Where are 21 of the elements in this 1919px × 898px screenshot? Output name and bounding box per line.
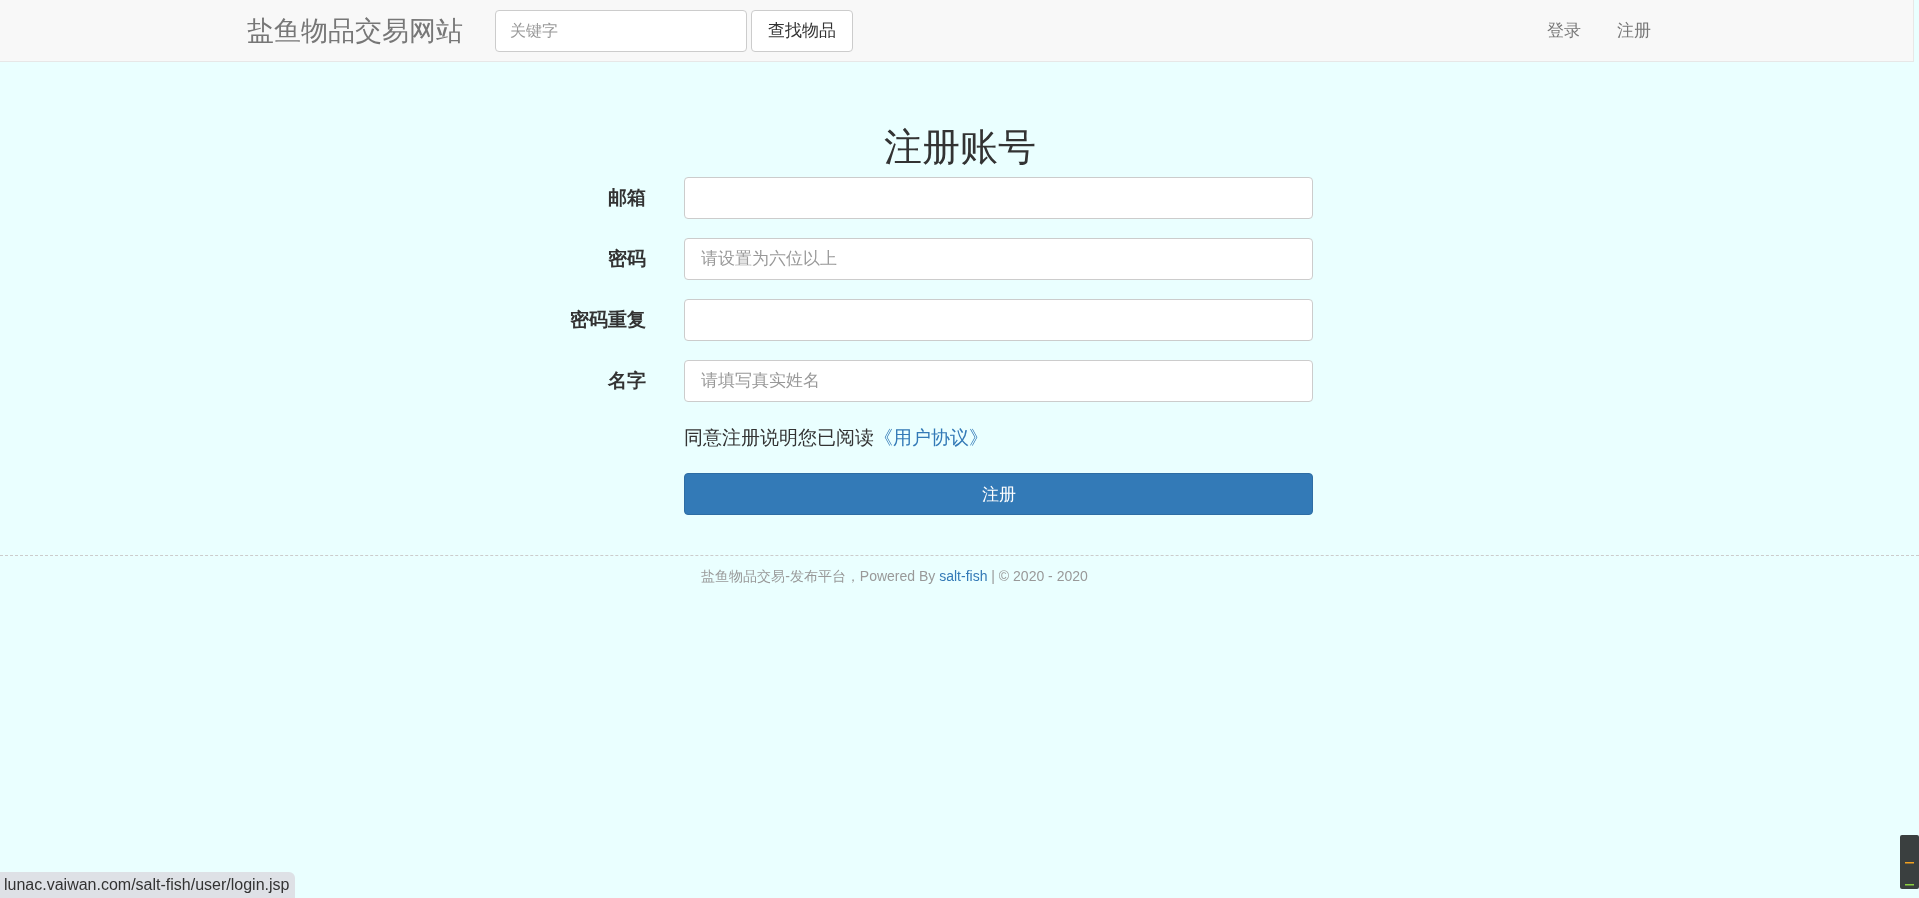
field-label: 密码重复 bbox=[569, 308, 646, 332]
input-field[interactable]: 请设置为六位以上 bbox=[684, 238, 1313, 280]
footer-text: 盐鱼物品交易-发布平台，Powered By salt-fish | © 2020 - 2020 bbox=[701, 568, 1088, 586]
field-label: 邮箱 bbox=[607, 186, 646, 210]
search-button[interactable]: 查找物品 bbox=[751, 9, 853, 52]
footer-link[interactable]: salt-fish bbox=[939, 568, 988, 584]
register-button[interactable]: 注册 bbox=[684, 473, 1313, 515]
status-url: lunac.vaiwan.com/salt-fish/user/login.jsp bbox=[0, 872, 296, 898]
level-meter-drawing bbox=[1900, 835, 1919, 889]
input-field[interactable]: 请填写真实姓名 bbox=[684, 360, 1313, 402]
field-label: 密码 bbox=[607, 247, 646, 271]
nav-link[interactable]: 登录 bbox=[1547, 19, 1581, 42]
search-field[interactable]: 关键字 bbox=[495, 9, 747, 52]
input-field[interactable] bbox=[684, 299, 1313, 341]
page-title: 注册账号 bbox=[883, 125, 1036, 170]
nav-link[interactable]: 注册 bbox=[1617, 19, 1651, 42]
input-field[interactable] bbox=[684, 177, 1313, 219]
site-brand[interactable]: 盐鱼物品交易网站 bbox=[247, 12, 463, 49]
field-label: 名字 bbox=[607, 369, 646, 393]
agreement-link[interactable]: 《用户协议》 bbox=[874, 427, 988, 448]
agreement-text: 同意注册说明您已阅读《用户协议》 bbox=[684, 426, 989, 450]
